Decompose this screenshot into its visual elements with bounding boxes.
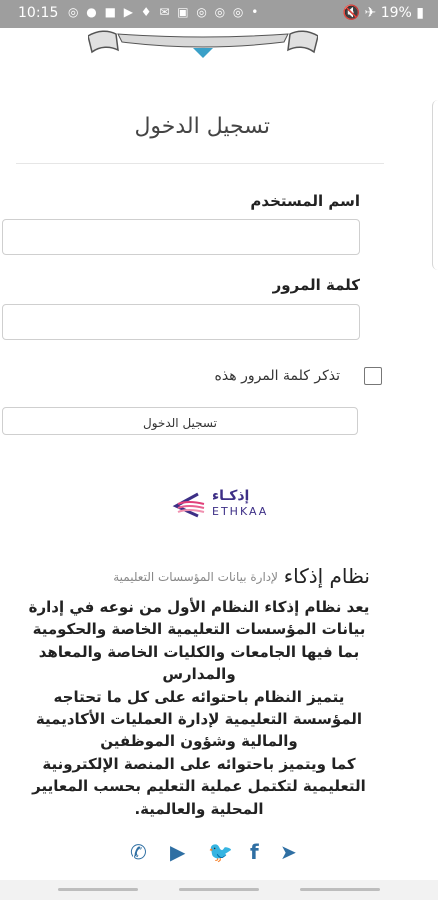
- status-bar: 10:15 ◎ ● ■ ▶ ♦ ✉ ▣ ◎ ◎ ◎ • 🔇 ✈ 19% ▮: [0, 0, 438, 28]
- description-paragraph: كما ويتميز باحتوائه على المنصة الإلكترون…: [32, 754, 366, 818]
- nav-handle[interactable]: [300, 888, 380, 891]
- description-paragraph: يعد نظام إذكاء النظام الأول من نوعه في إ…: [28, 598, 370, 684]
- status-time: 10:15: [18, 5, 59, 21]
- description-paragraph: يتميز النظام باحتوائه على كل ما تحتاجه ا…: [35, 687, 363, 751]
- facebook-icon[interactable]: f: [250, 840, 259, 864]
- social-links: ✆ ▶ 🐦 f ➤: [130, 840, 310, 866]
- system-nav-bar: [0, 880, 438, 900]
- remember-me-checkbox[interactable]: [364, 367, 382, 385]
- ethkaa-logo: إذكـاء ETHKAA: [168, 488, 278, 520]
- youtube-icon[interactable]: ▶: [170, 840, 185, 864]
- login-button[interactable]: تسجيل الدخول: [2, 407, 358, 435]
- nav-handle[interactable]: [179, 888, 259, 891]
- status-right-indicators: 🔇 ✈ 19% ▮: [342, 5, 424, 21]
- password-input[interactable]: [2, 304, 360, 340]
- system-description: يعد نظام إذكاء النظام الأول من نوعه في إ…: [20, 596, 378, 820]
- nav-handle[interactable]: [58, 888, 138, 891]
- notification-icons: ◎ ● ■ ▶ ♦ ✉ ▣ ◎ ◎ ◎ •: [68, 5, 261, 19]
- password-label: كلمة المرور: [272, 276, 360, 294]
- brand-title: نظام إذكاء: [283, 564, 370, 588]
- side-panel-edge: [432, 100, 438, 270]
- emblem-icon: [88, 30, 318, 58]
- remember-me-label: تذكر كلمة المرور هذه: [214, 368, 340, 384]
- telegram-icon[interactable]: ➤: [280, 840, 297, 864]
- twitter-icon[interactable]: 🐦: [208, 840, 233, 864]
- page-title: تسجيل الدخول: [134, 114, 270, 139]
- logo-arabic-text: إذكـاء: [212, 488, 250, 504]
- username-input[interactable]: [2, 219, 360, 255]
- whatsapp-icon[interactable]: ✆: [130, 840, 147, 864]
- logo-english-text: ETHKAA: [212, 505, 269, 518]
- username-label: اسم المستخدم: [250, 192, 360, 210]
- divider: [16, 163, 384, 164]
- logo-mark-icon: [172, 492, 205, 518]
- brand-subtitle: لإدارة بيانات المؤسسات التعليمية: [113, 570, 278, 584]
